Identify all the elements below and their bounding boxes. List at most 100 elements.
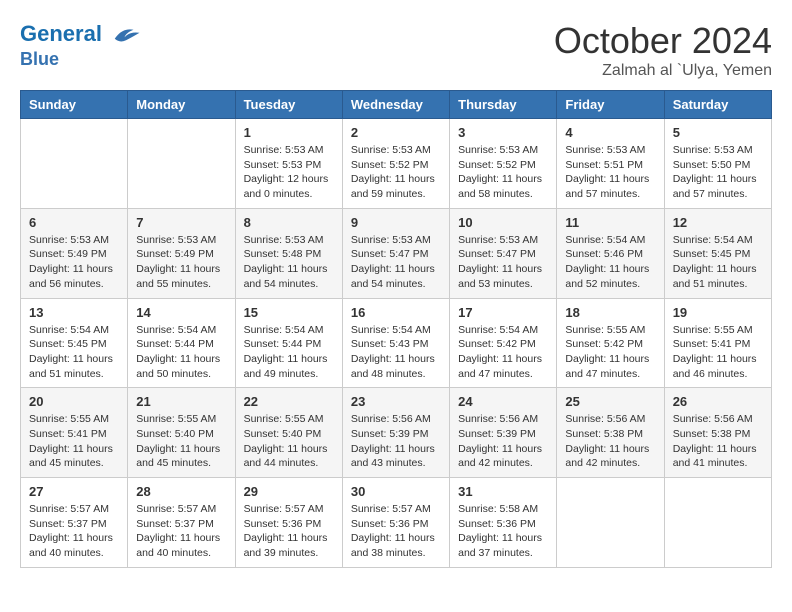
day-info: Sunrise: 5:57 AMSunset: 5:37 PMDaylight:… xyxy=(29,502,119,561)
calendar-week-1: 1Sunrise: 5:53 AMSunset: 5:53 PMDaylight… xyxy=(21,119,772,209)
calendar-cell: 24 Sunrise: 5:56 AMSunset: 5:39 PMDayligh… xyxy=(450,388,557,478)
day-info: Sunrise: 5:56 AMSunset: 5:39 PMDaylight:… xyxy=(458,412,548,471)
calendar-week-4: 20 Sunrise: 5:55 AMSunset: 5:41 PMDayligh… xyxy=(21,388,772,478)
calendar-cell: 25 Sunrise: 5:56 AMSunset: 5:38 PMDayligh… xyxy=(557,388,664,478)
day-info: Sunrise: 5:53 AMSunset: 5:53 PMDaylight:… xyxy=(244,143,334,202)
logo: General Blue xyxy=(20,20,141,70)
day-number: 18 xyxy=(565,305,655,320)
day-number: 27 xyxy=(29,484,119,499)
day-info: Sunrise: 5:57 AMSunset: 5:36 PMDaylight:… xyxy=(351,502,441,561)
day-number: 31 xyxy=(458,484,548,499)
calendar-cell: 1Sunrise: 5:53 AMSunset: 5:53 PMDaylight… xyxy=(235,119,342,209)
day-info: Sunrise: 5:53 AMSunset: 5:49 PMDaylight:… xyxy=(136,233,226,292)
weekday-header-wednesday: Wednesday xyxy=(342,91,449,119)
calendar-cell xyxy=(21,119,128,209)
day-number: 6 xyxy=(29,215,119,230)
day-info: Sunrise: 5:53 AMSunset: 5:49 PMDaylight:… xyxy=(29,233,119,292)
day-info: Sunrise: 5:55 AMSunset: 5:40 PMDaylight:… xyxy=(136,412,226,471)
calendar-cell: 22 Sunrise: 5:55 AMSunset: 5:40 PMDayligh… xyxy=(235,388,342,478)
weekday-header-friday: Friday xyxy=(557,91,664,119)
day-info: Sunrise: 5:53 AMSunset: 5:47 PMDaylight:… xyxy=(458,233,548,292)
calendar-cell: 5 Sunrise: 5:53 AMSunset: 5:50 PMDaylight… xyxy=(664,119,771,209)
day-info: Sunrise: 5:54 AMSunset: 5:42 PMDaylight:… xyxy=(458,323,548,382)
day-info: Sunrise: 5:55 AMSunset: 5:41 PMDaylight:… xyxy=(673,323,763,382)
day-number: 15 xyxy=(244,305,334,320)
calendar-cell: 2Sunrise: 5:53 AMSunset: 5:52 PMDaylight… xyxy=(342,119,449,209)
day-number: 24 xyxy=(458,394,548,409)
day-number: 20 xyxy=(29,394,119,409)
day-number: 5 xyxy=(673,125,763,140)
calendar-cell: 21 Sunrise: 5:55 AMSunset: 5:40 PMDayligh… xyxy=(128,388,235,478)
day-info: Sunrise: 5:53 AMSunset: 5:51 PMDaylight:… xyxy=(565,143,655,202)
day-info: Sunrise: 5:54 AMSunset: 5:43 PMDaylight:… xyxy=(351,323,441,382)
calendar-week-5: 27 Sunrise: 5:57 AMSunset: 5:37 PMDayligh… xyxy=(21,478,772,568)
day-number: 29 xyxy=(244,484,334,499)
calendar-cell: 17 Sunrise: 5:54 AMSunset: 5:42 PMDayligh… xyxy=(450,298,557,388)
calendar-cell: 16 Sunrise: 5:54 AMSunset: 5:43 PMDayligh… xyxy=(342,298,449,388)
calendar-cell: 18 Sunrise: 5:55 AMSunset: 5:42 PMDayligh… xyxy=(557,298,664,388)
day-info: Sunrise: 5:54 AMSunset: 5:44 PMDaylight:… xyxy=(136,323,226,382)
day-number: 30 xyxy=(351,484,441,499)
calendar-cell xyxy=(664,478,771,568)
calendar-cell: 4Sunrise: 5:53 AMSunset: 5:51 PMDaylight… xyxy=(557,119,664,209)
day-number: 7 xyxy=(136,215,226,230)
day-info: Sunrise: 5:58 AMSunset: 5:36 PMDaylight:… xyxy=(458,502,548,561)
day-info: Sunrise: 5:55 AMSunset: 5:40 PMDaylight:… xyxy=(244,412,334,471)
day-info: Sunrise: 5:54 AMSunset: 5:44 PMDaylight:… xyxy=(244,323,334,382)
calendar-cell: 13Sunrise: 5:54 AMSunset: 5:45 PMDayligh… xyxy=(21,298,128,388)
month-title: October 2024 xyxy=(554,20,772,62)
day-info: Sunrise: 5:57 AMSunset: 5:36 PMDaylight:… xyxy=(244,502,334,561)
day-info: Sunrise: 5:53 AMSunset: 5:52 PMDaylight:… xyxy=(458,143,548,202)
day-number: 13 xyxy=(29,305,119,320)
day-number: 3 xyxy=(458,125,548,140)
calendar-cell: 10 Sunrise: 5:53 AMSunset: 5:47 PMDayligh… xyxy=(450,208,557,298)
day-info: Sunrise: 5:56 AMSunset: 5:38 PMDaylight:… xyxy=(565,412,655,471)
day-number: 21 xyxy=(136,394,226,409)
day-info: Sunrise: 5:53 AMSunset: 5:47 PMDaylight:… xyxy=(351,233,441,292)
day-number: 25 xyxy=(565,394,655,409)
calendar-cell: 8Sunrise: 5:53 AMSunset: 5:48 PMDaylight… xyxy=(235,208,342,298)
day-number: 19 xyxy=(673,305,763,320)
day-info: Sunrise: 5:54 AMSunset: 5:45 PMDaylight:… xyxy=(673,233,763,292)
day-number: 22 xyxy=(244,394,334,409)
day-info: Sunrise: 5:53 AMSunset: 5:52 PMDaylight:… xyxy=(351,143,441,202)
weekday-header-row: SundayMondayTuesdayWednesdayThursdayFrid… xyxy=(21,91,772,119)
day-number: 8 xyxy=(244,215,334,230)
weekday-header-tuesday: Tuesday xyxy=(235,91,342,119)
day-info: Sunrise: 5:53 AMSunset: 5:50 PMDaylight:… xyxy=(673,143,763,202)
calendar-cell: 27 Sunrise: 5:57 AMSunset: 5:37 PMDayligh… xyxy=(21,478,128,568)
calendar-cell: 31 Sunrise: 5:58 AMSunset: 5:36 PMDayligh… xyxy=(450,478,557,568)
day-info: Sunrise: 5:55 AMSunset: 5:41 PMDaylight:… xyxy=(29,412,119,471)
calendar-cell: 12 Sunrise: 5:54 AMSunset: 5:45 PMDayligh… xyxy=(664,208,771,298)
calendar-cell xyxy=(557,478,664,568)
calendar-cell: 29 Sunrise: 5:57 AMSunset: 5:36 PMDayligh… xyxy=(235,478,342,568)
calendar-cell: 20 Sunrise: 5:55 AMSunset: 5:41 PMDayligh… xyxy=(21,388,128,478)
calendar-cell: 14Sunrise: 5:54 AMSunset: 5:44 PMDayligh… xyxy=(128,298,235,388)
day-number: 12 xyxy=(673,215,763,230)
calendar-cell: 15 Sunrise: 5:54 AMSunset: 5:44 PMDayligh… xyxy=(235,298,342,388)
day-info: Sunrise: 5:56 AMSunset: 5:39 PMDaylight:… xyxy=(351,412,441,471)
calendar-week-2: 6 Sunrise: 5:53 AMSunset: 5:49 PMDaylight… xyxy=(21,208,772,298)
calendar-cell: 7 Sunrise: 5:53 AMSunset: 5:49 PMDaylight… xyxy=(128,208,235,298)
calendar-cell: 3 Sunrise: 5:53 AMSunset: 5:52 PMDaylight… xyxy=(450,119,557,209)
day-number: 17 xyxy=(458,305,548,320)
calendar-cell: 30 Sunrise: 5:57 AMSunset: 5:36 PMDayligh… xyxy=(342,478,449,568)
calendar-cell: 23Sunrise: 5:56 AMSunset: 5:39 PMDayligh… xyxy=(342,388,449,478)
day-number: 11 xyxy=(565,215,655,230)
calendar-cell: 11Sunrise: 5:54 AMSunset: 5:46 PMDayligh… xyxy=(557,208,664,298)
calendar-cell: 26Sunrise: 5:56 AMSunset: 5:38 PMDayligh… xyxy=(664,388,771,478)
page-header: General Blue October 2024 Zalmah al `Uly… xyxy=(20,20,772,80)
day-info: Sunrise: 5:57 AMSunset: 5:37 PMDaylight:… xyxy=(136,502,226,561)
weekday-header-monday: Monday xyxy=(128,91,235,119)
day-number: 10 xyxy=(458,215,548,230)
title-block: October 2024 Zalmah al `Ulya, Yemen xyxy=(554,20,772,80)
calendar-table: SundayMondayTuesdayWednesdayThursdayFrid… xyxy=(20,90,772,568)
weekday-header-saturday: Saturday xyxy=(664,91,771,119)
day-number: 26 xyxy=(673,394,763,409)
day-info: Sunrise: 5:55 AMSunset: 5:42 PMDaylight:… xyxy=(565,323,655,382)
weekday-header-thursday: Thursday xyxy=(450,91,557,119)
calendar-cell: 19 Sunrise: 5:55 AMSunset: 5:41 PMDayligh… xyxy=(664,298,771,388)
calendar-cell: 28Sunrise: 5:57 AMSunset: 5:37 PMDayligh… xyxy=(128,478,235,568)
day-number: 16 xyxy=(351,305,441,320)
logo-blue: Blue xyxy=(20,50,141,70)
